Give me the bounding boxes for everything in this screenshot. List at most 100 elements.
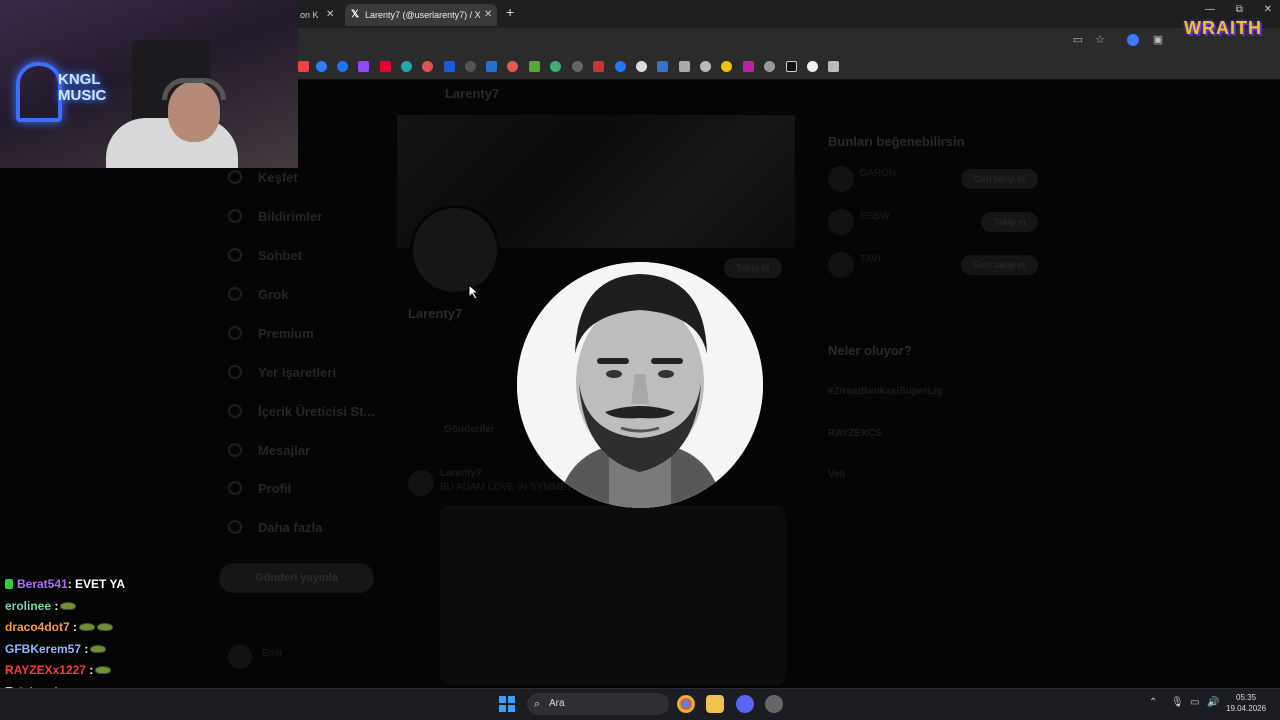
suggestion-name: TAVI xyxy=(860,254,881,265)
user-icon xyxy=(228,481,242,495)
account-avatar[interactable] xyxy=(228,645,252,669)
creator-icon xyxy=(228,404,242,418)
neon-lock-decor xyxy=(16,62,62,122)
bookmark-icon[interactable] xyxy=(807,61,818,72)
nav-item-grok[interactable]: Grok xyxy=(228,287,288,302)
follow-back-button[interactable]: Geri takip et xyxy=(961,255,1038,275)
file-explorer-icon[interactable] xyxy=(706,695,724,713)
wraith-logo: WRAITH xyxy=(1184,18,1262,38)
bookmark-icon[interactable] xyxy=(380,61,391,72)
bookmark-icon[interactable] xyxy=(657,61,668,72)
nav-item-bookmarks[interactable]: Yer işaretleri xyxy=(228,365,336,380)
close-window-button[interactable]: ✕ xyxy=(1264,4,1272,15)
bookmark-icon[interactable] xyxy=(679,61,690,72)
bookmark-icon[interactable] xyxy=(786,61,797,72)
mouse-cursor-icon xyxy=(468,284,480,300)
nav-item-creator-studio[interactable]: İçerik Üreticisi St... xyxy=(228,404,374,419)
nav-item-explore[interactable]: Keşfet xyxy=(228,170,298,185)
chat-emote-icon xyxy=(95,666,112,674)
extensions-puzzle-icon[interactable]: ▣ xyxy=(1152,34,1164,46)
taskbar-search[interactable]: ⌕ Ara xyxy=(527,693,669,715)
volume-icon[interactable]: 🔊 xyxy=(1207,697,1219,708)
bookmark-star-icon[interactable]: ☆ xyxy=(1094,34,1106,46)
follow-button[interactable]: Takip et xyxy=(981,212,1038,232)
install-app-icon[interactable]: ▭ xyxy=(1072,34,1084,46)
bookmark-icon[interactable] xyxy=(422,61,433,72)
browser-tab-inactive[interactable]: on K ✕ xyxy=(298,4,340,26)
tab-close-icon[interactable]: ✕ xyxy=(326,4,334,26)
nav-item-profile[interactable]: Profil xyxy=(228,481,291,496)
follow-button[interactable]: Takip et xyxy=(724,258,782,278)
minimize-button[interactable]: — xyxy=(1205,4,1215,15)
bookmark-icon[interactable] xyxy=(298,61,309,72)
browser-tab-active[interactable]: 𝕏 Larenty7 (@userlarenty7) / X ✕ xyxy=(345,4,497,26)
tab-posts[interactable]: Gönderiler xyxy=(444,424,495,435)
taskbar-clock[interactable]: 05:35 19.04.2026 xyxy=(1226,692,1266,714)
suggestion-avatar[interactable] xyxy=(828,166,854,192)
network-icon[interactable]: ▭ xyxy=(1190,697,1199,708)
follow-back-button[interactable]: Geri takip et xyxy=(961,169,1038,189)
bookmark-icon[interactable] xyxy=(444,61,455,72)
bookmark-icon[interactable] xyxy=(636,61,647,72)
microphone-icon[interactable]: 🎙 xyxy=(1171,697,1184,708)
restore-button[interactable]: ⧉ xyxy=(1236,4,1243,15)
profile-name: Larenty7 xyxy=(408,306,463,321)
app-icon[interactable] xyxy=(765,695,783,713)
tray-chevron-icon[interactable]: ⌃ xyxy=(1149,697,1157,708)
neon-sign: KNGL MUSIC xyxy=(58,71,107,104)
twitch-icon[interactable] xyxy=(358,61,369,72)
tab-title: Larenty7 (@userlarenty7) / X xyxy=(365,10,481,20)
new-tab-button[interactable]: + xyxy=(506,4,514,20)
bookmark-icon[interactable] xyxy=(316,61,327,72)
bookmark-icon[interactable] xyxy=(572,61,583,72)
headset-icon xyxy=(162,78,226,100)
bookmark-icon[interactable] xyxy=(721,61,732,72)
bookmark-icon[interactable] xyxy=(507,61,518,72)
chat-username: RAYZEXx1227 xyxy=(5,663,86,677)
chat-message: GFBKerem57 : xyxy=(5,642,107,656)
nav-item-chat[interactable]: Sohbet xyxy=(228,248,302,263)
nav-item-messages[interactable]: Mesajlar xyxy=(228,443,310,458)
chat-username: GFBKerem57 xyxy=(5,642,82,656)
discord-icon[interactable] xyxy=(736,695,754,713)
trend-item[interactable]: Veli xyxy=(828,469,845,480)
profile-avatar-small[interactable] xyxy=(410,205,500,295)
tweet-avatar[interactable] xyxy=(408,470,434,496)
bookmark-icon[interactable] xyxy=(593,61,604,72)
bookmark-icon[interactable] xyxy=(401,61,412,72)
suggestion-name: DARON xyxy=(860,168,897,179)
nav-item-notifications[interactable]: Bildirimler xyxy=(228,209,322,224)
chat-text: : EVET YA xyxy=(67,577,126,591)
suggestion-avatar[interactable] xyxy=(828,209,854,235)
bookmark-icon[interactable] xyxy=(465,61,476,72)
nav-item-premium[interactable]: Premium xyxy=(228,326,314,341)
facebook-icon[interactable] xyxy=(337,61,348,72)
extension-icon[interactable] xyxy=(1127,34,1139,46)
suggestions-title: Bunları beğenebilirsin xyxy=(828,134,965,149)
suggestion-avatar[interactable] xyxy=(828,252,854,278)
tweet-author: Larenty7 xyxy=(440,468,482,479)
tweet-video[interactable] xyxy=(440,505,786,685)
bookmark-icon[interactable] xyxy=(828,61,839,72)
bookmark-icon[interactable] xyxy=(550,61,561,72)
nav-item-more[interactable]: Daha fazla xyxy=(228,520,322,535)
windows-start-icon[interactable] xyxy=(499,696,515,712)
trend-item[interactable]: RAYZEXCS xyxy=(828,428,882,439)
more-icon xyxy=(228,520,242,534)
post-button[interactable]: Gönderi yayınla xyxy=(219,563,374,593)
bookmark-icon[interactable] xyxy=(743,61,754,72)
bookmark-icon[interactable] xyxy=(529,61,540,72)
chrome-icon[interactable] xyxy=(677,695,695,713)
trend-item[interactable]: #ZiraatBankasiSuperLig xyxy=(828,386,942,397)
bookmark-icon[interactable] xyxy=(700,61,711,72)
chat-emote-icon xyxy=(60,602,77,610)
chat-message: Berat541: EVET YA xyxy=(5,577,125,591)
tab-close-icon[interactable]: ✕ xyxy=(484,4,492,26)
chat-emote-icon xyxy=(79,623,96,631)
bookmark-icon[interactable] xyxy=(615,61,626,72)
chat-message: erolinee : xyxy=(5,599,77,613)
profile-photo-portrait xyxy=(517,262,763,508)
streamer-webcam: KNGL MUSIC xyxy=(0,0,298,168)
bookmark-icon[interactable] xyxy=(486,61,497,72)
bookmark-icon[interactable] xyxy=(764,61,775,72)
